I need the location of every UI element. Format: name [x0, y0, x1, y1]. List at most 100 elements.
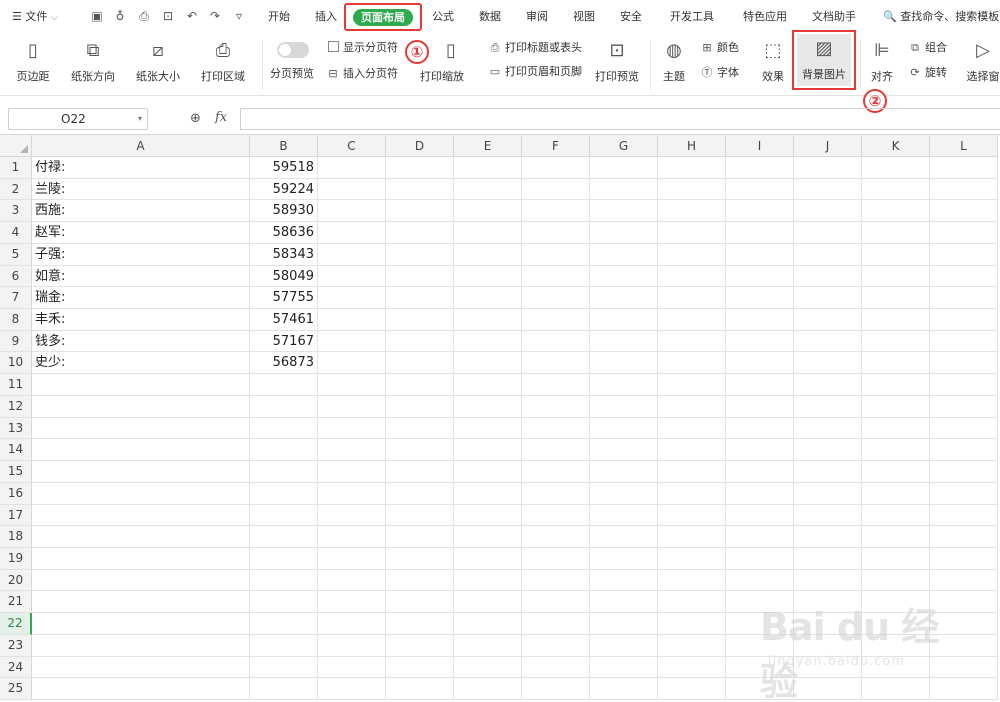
print-preview-button[interactable]: ⊡ 打印预览 — [592, 40, 642, 84]
cell-b22[interactable] — [250, 613, 318, 635]
cell-a8[interactable]: 丰禾: — [32, 309, 250, 331]
cell-c2[interactable] — [318, 178, 386, 201]
cell-d22[interactable] — [386, 613, 454, 635]
cell-f20[interactable] — [522, 569, 590, 592]
save-icon[interactable]: ▣ — [90, 9, 104, 23]
row-header[interactable]: 21 — [0, 591, 32, 614]
cell-a15[interactable] — [32, 461, 250, 483]
column-header-b[interactable]: B — [250, 135, 318, 157]
cell-k2[interactable] — [862, 178, 930, 201]
cell-e14[interactable] — [454, 439, 522, 462]
cell-g5[interactable] — [590, 243, 658, 266]
cell-a10[interactable]: 史少: — [32, 352, 250, 375]
cell-b23[interactable] — [250, 634, 318, 657]
cell-i10[interactable] — [726, 352, 794, 375]
print-area-button[interactable]: ⎙ 打印区域 — [194, 40, 252, 84]
row-header[interactable]: 4 — [0, 222, 32, 244]
cell-d19[interactable] — [386, 547, 454, 570]
cell-a11[interactable] — [32, 374, 250, 396]
cell-j6[interactable] — [794, 265, 862, 288]
redo-icon[interactable]: ↷ — [208, 9, 222, 23]
cell-h21[interactable] — [658, 591, 726, 614]
cell-b11[interactable] — [250, 374, 318, 396]
cell-g8[interactable] — [590, 309, 658, 331]
cell-f25[interactable] — [522, 678, 590, 700]
cell-e22[interactable] — [454, 613, 522, 635]
cell-f15[interactable] — [522, 461, 590, 483]
cell-d15[interactable] — [386, 461, 454, 483]
cell-l8[interactable] — [930, 309, 998, 331]
insert-page-break-button[interactable]: ⊟ 插入分页符 — [326, 66, 398, 82]
cell-l20[interactable] — [930, 569, 998, 592]
cell-c23[interactable] — [318, 634, 386, 657]
cell-a3[interactable]: 西施: — [32, 200, 250, 223]
cell-h16[interactable] — [658, 482, 726, 505]
cell-f7[interactable] — [522, 287, 590, 310]
cell-k5[interactable] — [862, 243, 930, 266]
cell-j11[interactable] — [794, 374, 862, 396]
cell-d14[interactable] — [386, 439, 454, 462]
cell-b20[interactable] — [250, 569, 318, 592]
cell-k13[interactable] — [862, 417, 930, 440]
cell-a1[interactable]: 付禄: — [32, 157, 250, 179]
cell-a22[interactable] — [32, 613, 250, 635]
column-header-c[interactable]: C — [318, 135, 386, 157]
row-header[interactable]: 22 — [0, 613, 32, 635]
cell-c18[interactable] — [318, 526, 386, 548]
tab-insert[interactable]: 插入 — [315, 8, 337, 26]
cell-i15[interactable] — [726, 461, 794, 483]
cell-b14[interactable] — [250, 439, 318, 462]
cell-d2[interactable] — [386, 178, 454, 201]
colors-button[interactable]: ⊞ 颜色 — [700, 40, 739, 56]
cell-b19[interactable] — [250, 547, 318, 570]
cell-c16[interactable] — [318, 482, 386, 505]
cell-g25[interactable] — [590, 678, 658, 700]
cell-a17[interactable] — [32, 504, 250, 527]
cell-a4[interactable]: 赵军: — [32, 222, 250, 244]
cell-a25[interactable] — [32, 678, 250, 700]
cell-f9[interactable] — [522, 330, 590, 353]
cell-h17[interactable] — [658, 504, 726, 527]
cell-f1[interactable] — [522, 157, 590, 179]
cell-h19[interactable] — [658, 547, 726, 570]
cell-l5[interactable] — [930, 243, 998, 266]
cell-a18[interactable] — [32, 526, 250, 548]
cell-g3[interactable] — [590, 200, 658, 223]
cell-d25[interactable] — [386, 678, 454, 700]
column-header-g[interactable]: G — [590, 135, 658, 157]
cell-i13[interactable] — [726, 417, 794, 440]
cell-f21[interactable] — [522, 591, 590, 614]
cell-b7[interactable]: 57755 — [250, 287, 318, 310]
cell-d5[interactable] — [386, 243, 454, 266]
cell-g17[interactable] — [590, 504, 658, 527]
cell-g15[interactable] — [590, 461, 658, 483]
cell-l11[interactable] — [930, 374, 998, 396]
name-box[interactable]: O22 ▾ — [8, 108, 148, 130]
cell-f10[interactable] — [522, 352, 590, 375]
cell-j10[interactable] — [794, 352, 862, 375]
cell-h12[interactable] — [658, 395, 726, 418]
cell-d18[interactable] — [386, 526, 454, 548]
tab-special[interactable]: 特色应用 — [743, 8, 787, 26]
cell-c1[interactable] — [318, 157, 386, 179]
cell-k1[interactable] — [862, 157, 930, 179]
cell-j9[interactable] — [794, 330, 862, 353]
cell-d20[interactable] — [386, 569, 454, 592]
cell-a24[interactable] — [32, 656, 250, 679]
cell-i17[interactable] — [726, 504, 794, 527]
cell-d16[interactable] — [386, 482, 454, 505]
tab-security[interactable]: 安全 — [620, 8, 642, 26]
cell-i8[interactable] — [726, 309, 794, 331]
cell-f11[interactable] — [522, 374, 590, 396]
cell-l19[interactable] — [930, 547, 998, 570]
cell-j2[interactable] — [794, 178, 862, 201]
cell-j16[interactable] — [794, 482, 862, 505]
cell-e19[interactable] — [454, 547, 522, 570]
cell-e12[interactable] — [454, 395, 522, 418]
cell-a6[interactable]: 如意: — [32, 265, 250, 288]
cell-h20[interactable] — [658, 569, 726, 592]
cell-b12[interactable] — [250, 395, 318, 418]
tab-doc-helper[interactable]: 文档助手 — [812, 8, 856, 26]
cell-e17[interactable] — [454, 504, 522, 527]
cell-f6[interactable] — [522, 265, 590, 288]
